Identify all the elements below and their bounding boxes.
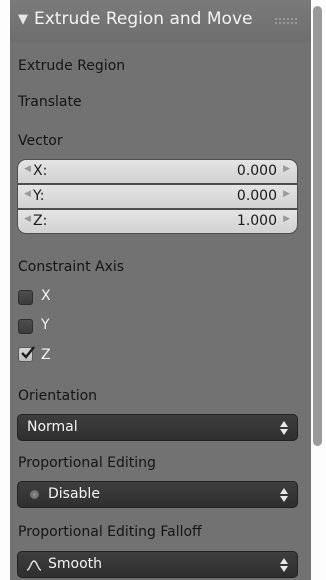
constraint-x-checkbox[interactable] [18, 290, 33, 305]
constraint-axis-label: Constraint Axis [18, 259, 125, 275]
extrude-region-label: Extrude Region [18, 58, 126, 74]
vector-z-name: Z: [33, 213, 48, 229]
up-down-arrows-icon [280, 488, 288, 502]
vector-x-name: X: [33, 163, 48, 179]
decrement-arrow-icon[interactable]: ◀ [24, 189, 31, 199]
panel-title: Extrude Region and Move [34, 9, 253, 29]
operator-panel: ▼ Extrude Region and Move Extrude Region… [10, 0, 311, 580]
vector-y-value: 0.000 [236, 188, 277, 204]
constraint-x-label[interactable]: X [41, 288, 51, 304]
translate-label: Translate [18, 94, 82, 110]
checkmark-icon [21, 346, 35, 359]
decrement-arrow-icon[interactable]: ◀ [24, 214, 31, 224]
proportional-editing-dropdown[interactable]: Disable [17, 481, 298, 508]
proportional-falloff-dropdown[interactable]: Smooth [17, 551, 298, 578]
increment-arrow-icon[interactable]: ▶ [283, 214, 290, 224]
proportional-editing-value: Disable [48, 486, 100, 502]
up-down-arrows-icon [280, 558, 288, 572]
vector-x-value: 0.000 [236, 163, 277, 179]
up-down-arrows-icon [280, 421, 288, 435]
constraint-z-label[interactable]: Z [41, 347, 51, 363]
increment-arrow-icon[interactable]: ▶ [283, 164, 290, 174]
constraint-z-checkbox[interactable] [18, 346, 35, 362]
vector-z-field[interactable]: ◀ Z: 1.000 ▶ [17, 209, 298, 234]
vector-y-name: Y: [33, 188, 45, 204]
triangle-down-icon[interactable]: ▼ [18, 12, 28, 27]
vector-z-value: 1.000 [236, 213, 277, 229]
vector-label: Vector [18, 133, 63, 149]
vector-y-field[interactable]: ◀ Y: 0.000 ▶ [17, 184, 298, 209]
vector-x-field[interactable]: ◀ X: 0.000 ▶ [17, 159, 298, 184]
increment-arrow-icon[interactable]: ▶ [283, 189, 290, 199]
proportional-falloff-value: Smooth [48, 556, 103, 572]
orientation-value: Normal [27, 419, 78, 435]
constraint-y-label[interactable]: Y [41, 317, 50, 333]
orientation-dropdown[interactable]: Normal [17, 414, 298, 441]
scrollbar[interactable] [313, 6, 322, 446]
proportional-falloff-label: Proportional Editing Falloff [18, 524, 202, 540]
decrement-arrow-icon[interactable]: ◀ [24, 164, 31, 174]
proportional-editing-label: Proportional Editing [18, 455, 156, 471]
disabled-dot-icon [30, 490, 39, 499]
orientation-label: Orientation [18, 388, 98, 404]
panel-header[interactable]: ▼ Extrude Region and Move [10, 0, 311, 42]
drag-grip-icon[interactable] [274, 17, 298, 25]
smooth-curve-icon [26, 560, 42, 571]
constraint-y-checkbox[interactable] [18, 319, 33, 334]
